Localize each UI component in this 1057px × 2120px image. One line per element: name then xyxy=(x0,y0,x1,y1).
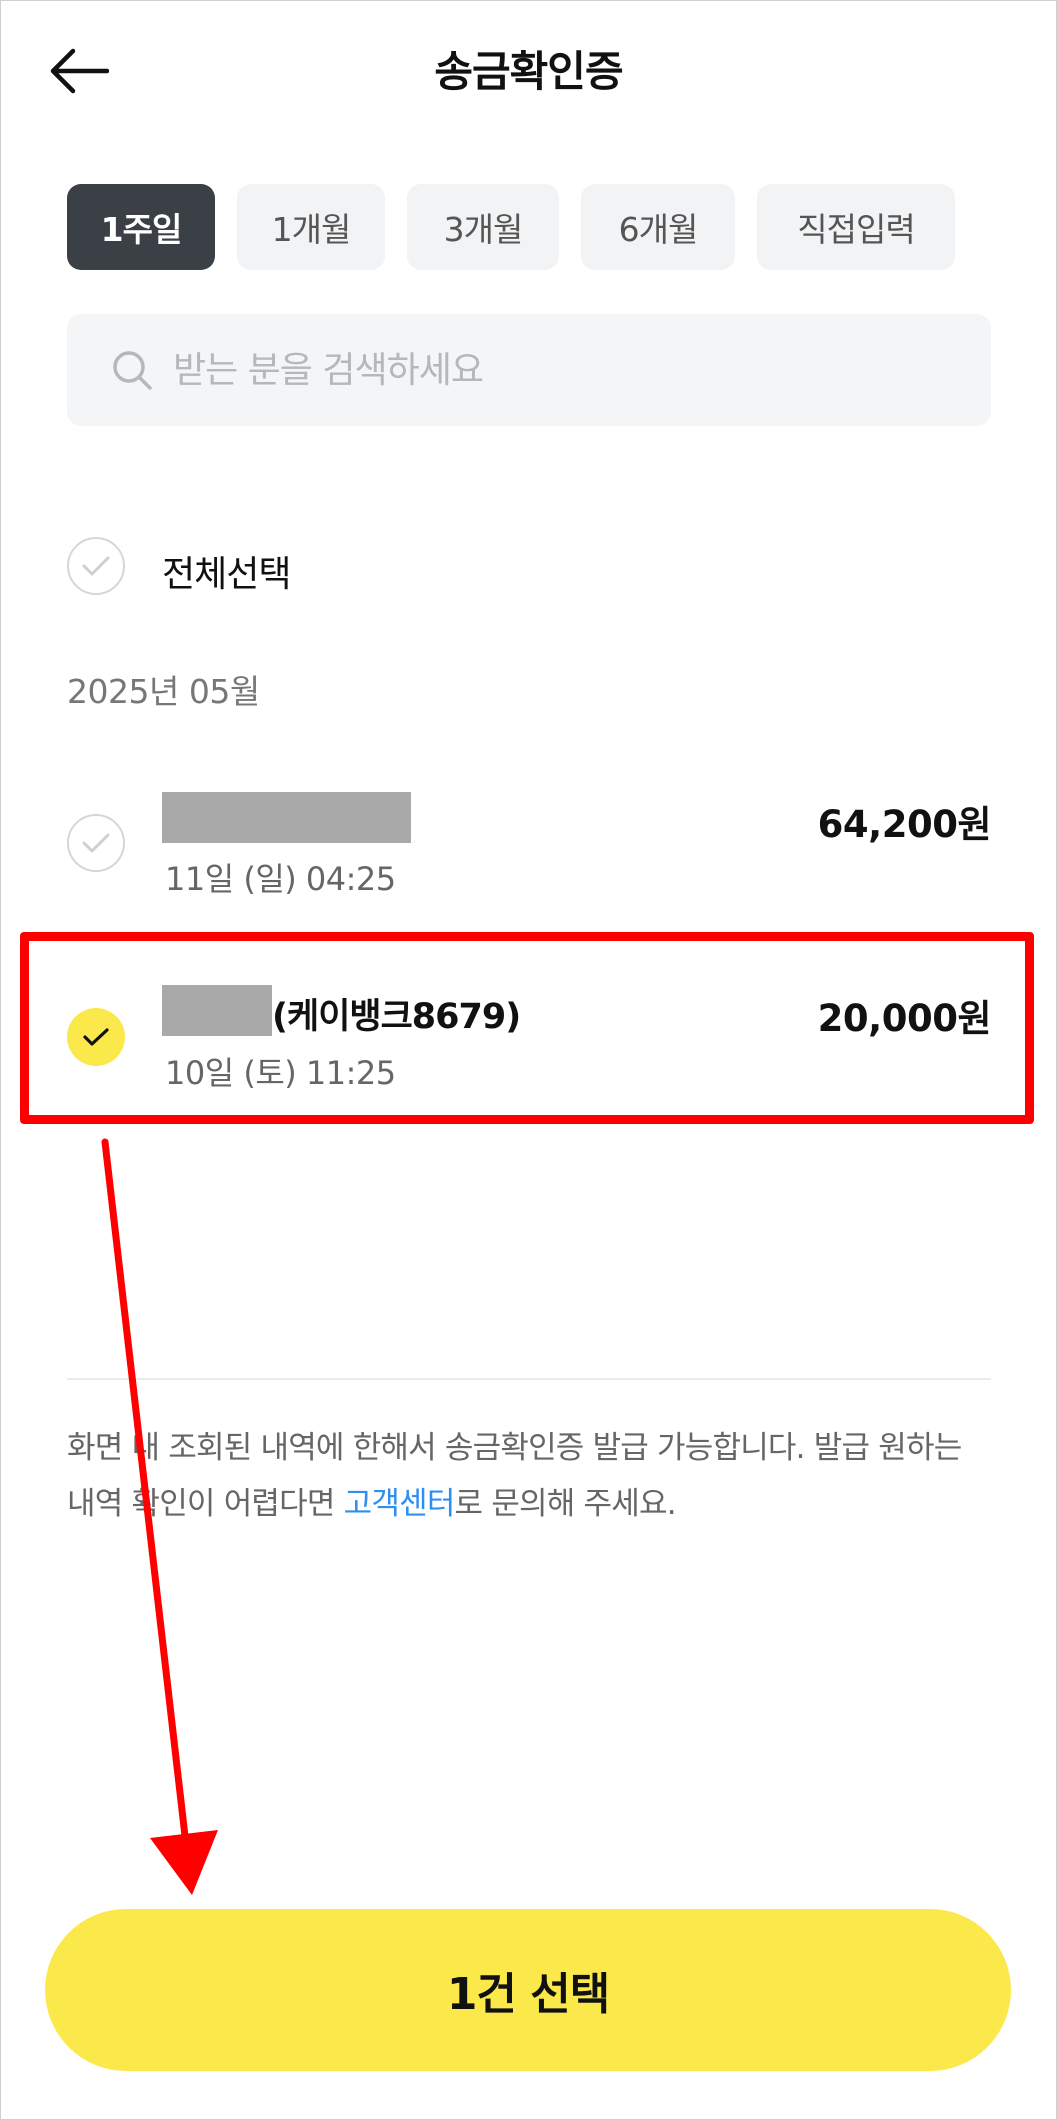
period-filter-group: 1주일 1개월 3개월 6개월 직접입력 xyxy=(67,184,955,270)
page-title: 송금확인증 xyxy=(434,47,623,96)
select-all-label: 전체선택 xyxy=(162,554,291,595)
transaction-checkbox[interactable] xyxy=(67,814,125,872)
period-chip-1month[interactable]: 1개월 xyxy=(237,184,385,270)
transaction-amount: 64,200원 xyxy=(817,803,992,846)
check-icon xyxy=(82,833,110,853)
check-icon xyxy=(82,556,110,576)
month-header: 2025년 05월 xyxy=(67,672,260,711)
period-chip-1week[interactable]: 1주일 xyxy=(67,184,215,270)
notice-text: 화면 내 조회된 내역에 한해서 송금확인증 발급 가능합니다. 발급 원하는 … xyxy=(67,1420,967,1532)
select-confirm-button[interactable]: 1건 선택 xyxy=(45,1909,1011,2071)
notice-text-after: 로 문의해 주세요. xyxy=(454,1486,677,1522)
period-chip-3months[interactable]: 3개월 xyxy=(407,184,559,270)
search-icon xyxy=(113,351,152,390)
search-input[interactable] xyxy=(171,348,955,392)
search-bar[interactable] xyxy=(67,314,991,426)
period-chip-custom[interactable]: 직접입력 xyxy=(757,184,955,270)
redacted-name xyxy=(162,792,411,843)
transaction-date: 11일 (일) 04:25 xyxy=(165,860,396,898)
divider xyxy=(67,1378,991,1380)
select-all-checkbox[interactable] xyxy=(67,537,125,595)
highlight-box xyxy=(20,932,1034,1124)
period-chip-6months[interactable]: 6개월 xyxy=(581,184,735,270)
customer-center-link[interactable]: 고객센터 xyxy=(344,1486,456,1522)
